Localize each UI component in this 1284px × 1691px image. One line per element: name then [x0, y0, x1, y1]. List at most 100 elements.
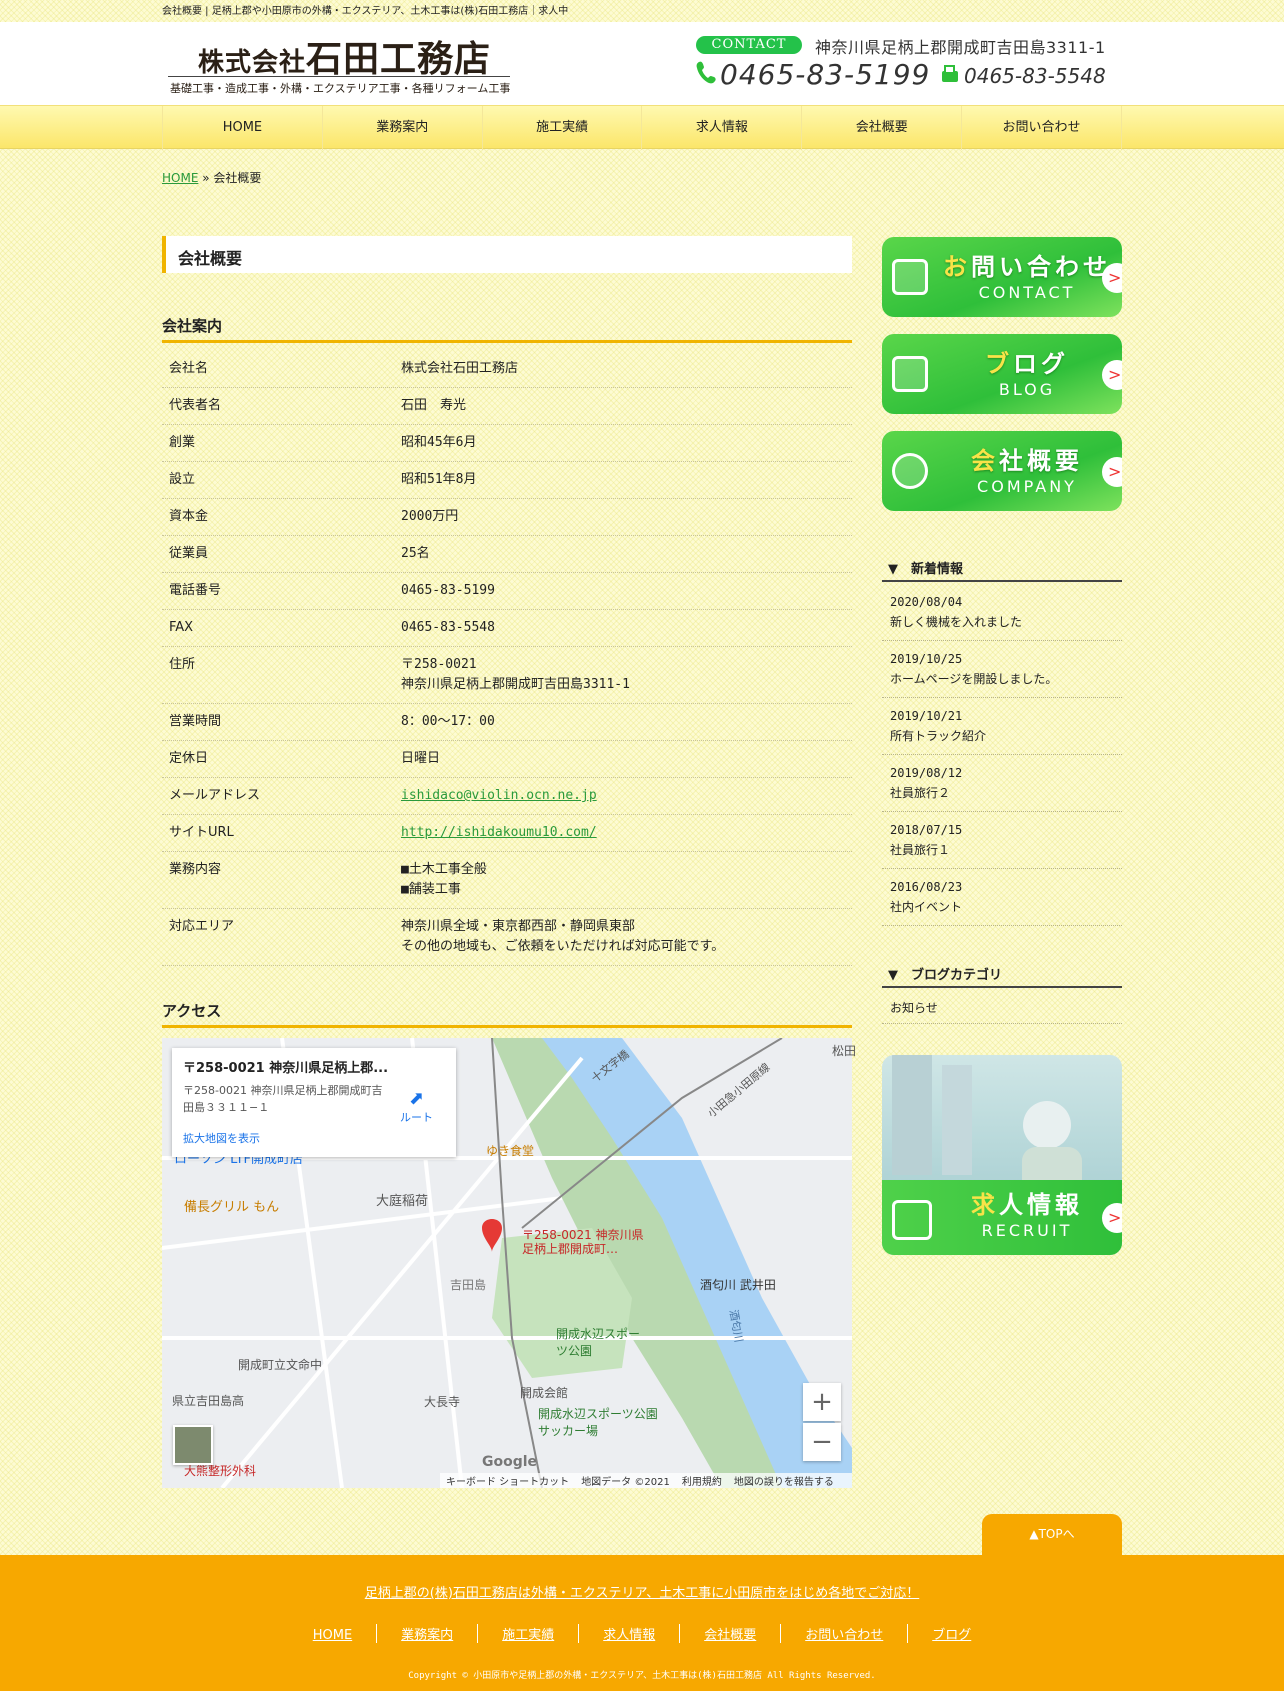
- map-shortcuts-link[interactable]: キーボード ショートカット: [446, 1477, 569, 1488]
- map-satellite-toggle[interactable]: [173, 1425, 213, 1465]
- category-heading: ▼ ブログカテゴリ: [882, 958, 1122, 988]
- news-date: 2020/08/04: [890, 595, 963, 609]
- route-icon: ⬈: [408, 1088, 425, 1109]
- table-row: 住所 〒258-0021 神奈川県足柄上郡開成町吉田島3311-1: [162, 647, 852, 704]
- logo[interactable]: 株式会社石田工務店 基礎工事・造成工事・外構・エクステリア工事・各種リフォーム工…: [168, 26, 510, 96]
- recruit-title: 求人情報: [971, 1191, 1083, 1219]
- map-enlarge-link[interactable]: 拡大地図を表示: [183, 1130, 260, 1146]
- footer-link-contact[interactable]: お問い合わせ: [780, 1624, 907, 1643]
- email-link[interactable]: ishidaco@violin.ocn.ne.jp: [401, 788, 597, 803]
- map-place: 大長寺: [424, 1395, 461, 1409]
- banner-title: 会社概要: [971, 447, 1083, 475]
- phone-icon: [696, 61, 716, 84]
- news-item[interactable]: 2020/08/04 新しく機械を入れました: [882, 584, 1122, 641]
- row-label: 会社名: [169, 361, 209, 376]
- table-row: 営業時間 8：00～17：00: [162, 704, 852, 741]
- category-item[interactable]: お知らせ: [882, 990, 1122, 1024]
- row-value: 2000万円: [401, 509, 459, 524]
- row-label: 従業員: [169, 546, 209, 561]
- company-banner[interactable]: 会社概要 COMPANY >: [882, 431, 1122, 511]
- nav-contact[interactable]: お問い合わせ: [962, 106, 1122, 150]
- map-zoom-out-button[interactable]: −: [803, 1423, 841, 1461]
- blog-banner[interactable]: ブログ BLOG >: [882, 334, 1122, 414]
- map-route-button[interactable]: ⬈ ルート: [400, 1088, 433, 1125]
- category-list: お知らせ: [882, 990, 1122, 1024]
- row-label: 業務内容: [169, 862, 222, 877]
- row-value: 0465-83-5199: [401, 583, 495, 598]
- header-phone[interactable]: 0465-83-5199: [720, 58, 930, 91]
- map-place: 大庭稲荷: [376, 1194, 429, 1209]
- breadcrumb-home-link[interactable]: HOME: [162, 171, 198, 185]
- row-value: 石田 寿光: [401, 398, 467, 413]
- company-heading: 会社案内: [162, 315, 852, 343]
- row-label: 電話番号: [169, 583, 222, 598]
- row-value: 8：00～17：00: [401, 714, 495, 729]
- table-row: 設立 昭和51年8月: [162, 462, 852, 499]
- recruit-subtitle: RECRUIT: [981, 1221, 1073, 1240]
- news-title: 社員旅行２: [890, 786, 951, 800]
- news-item[interactable]: 2019/10/25 ホームページを開設しました。: [882, 641, 1122, 698]
- row-label: メールアドレス: [169, 788, 261, 803]
- news-item[interactable]: 2018/07/15 社員旅行１: [882, 812, 1122, 869]
- map-terms-link[interactable]: 利用規約: [682, 1477, 722, 1488]
- helmet-icon: [892, 453, 928, 489]
- table-row: 会社名 株式会社石田工務店: [162, 351, 852, 388]
- banner-subtitle: COMPANY: [977, 477, 1077, 496]
- news-date: 2018/07/15: [890, 823, 963, 837]
- footer-link-company[interactable]: 会社概要: [679, 1624, 780, 1643]
- news-title: 社内イベント: [890, 900, 963, 914]
- footer-link-home[interactable]: HOME: [289, 1628, 376, 1643]
- row-value: 株式会社石田工務店: [401, 361, 519, 376]
- row-value: 神奈川県全域・東京都西部・静岡県東部: [401, 919, 636, 934]
- news-item[interactable]: 2019/08/12 社員旅行２: [882, 755, 1122, 812]
- nav-home[interactable]: HOME: [163, 106, 323, 150]
- map-place: 開成会館: [520, 1386, 569, 1400]
- map-place: 酒匂川 武井田: [700, 1278, 776, 1292]
- footer-message-link[interactable]: 足柄上郡の(株)石田工務店は外構・エクステリア、土木工事に小田原市をはじめ各地で…: [0, 1582, 1284, 1601]
- map-card-address: 〒258-0021 神奈川県足柄上郡開成町吉田島３３１１−１: [183, 1084, 383, 1114]
- map-report-link[interactable]: 地図の誤りを報告する: [734, 1477, 834, 1488]
- mail-icon: [892, 259, 928, 295]
- table-row: 業務内容 ■土木工事全般 ■舗装工事: [162, 852, 852, 909]
- map-data-credit: 地図データ ©2021: [581, 1477, 670, 1488]
- table-row: サイトURL http://ishidakoumu10.com/: [162, 815, 852, 852]
- row-value: その他の地域も、ご依頼をいただければ対応可能です。: [401, 939, 725, 954]
- footer-link-works[interactable]: 施工実績: [477, 1624, 578, 1643]
- breadcrumb-current: 会社概要: [213, 171, 262, 185]
- footer-link-blog[interactable]: ブログ: [907, 1624, 995, 1643]
- nav-services[interactable]: 業務案内: [323, 106, 483, 150]
- table-row: FAX 0465-83-5548: [162, 610, 852, 647]
- row-value: 〒258-0021: [401, 657, 477, 672]
- row-value: 昭和45年6月: [401, 435, 477, 450]
- table-row: 電話番号 0465-83-5199: [162, 573, 852, 610]
- map-zoom-in-button[interactable]: +: [803, 1383, 841, 1421]
- news-date: 2019/08/12: [890, 766, 963, 780]
- back-to-top-button[interactable]: ▲TOPへ: [982, 1514, 1122, 1556]
- map-footer: キーボード ショートカット 地図データ ©2021 利用規約 地図の誤りを報告する: [440, 1473, 852, 1488]
- map-place: 吉田島: [450, 1278, 487, 1292]
- row-label: 対応エリア: [169, 919, 235, 934]
- footer-link-recruit[interactable]: 求人情報: [578, 1624, 679, 1643]
- map-place: 備長グリル もん: [184, 1200, 280, 1215]
- news-item[interactable]: 2016/08/23 社内イベント: [882, 869, 1122, 926]
- nav-company[interactable]: 会社概要: [802, 106, 963, 150]
- table-row: 代表者名 石田 寿光: [162, 388, 852, 425]
- nav-works[interactable]: 施工実績: [483, 106, 643, 150]
- breadcrumb: HOME » 会社概要: [162, 169, 261, 186]
- access-heading: アクセス: [162, 1000, 852, 1028]
- row-value: 神奈川県足柄上郡開成町吉田島3311-1: [401, 677, 630, 692]
- nav-recruit[interactable]: 求人情報: [642, 106, 803, 150]
- global-nav: HOME 業務案内 施工実績 求人情報 会社概要 お問い合わせ: [0, 105, 1284, 150]
- news-date: 2019/10/21: [890, 709, 963, 723]
- table-row: 定休日 日曜日: [162, 741, 852, 778]
- news-item[interactable]: 2019/10/21 所有トラック紹介: [882, 698, 1122, 755]
- news-date: 2019/10/25: [890, 652, 963, 666]
- contact-banner[interactable]: お問い合わせ CONTACT >: [882, 237, 1122, 317]
- footer-link-services[interactable]: 業務案内: [376, 1624, 477, 1643]
- footer: 足柄上郡の(株)石田工務店は外構・エクステリア、土木工事に小田原市をはじめ各地で…: [0, 1555, 1284, 1691]
- map-place: 開成町立文命中: [238, 1358, 323, 1372]
- recruit-banner[interactable]: 求人情報 RECRUIT >: [882, 1055, 1122, 1255]
- row-value: ■舗装工事: [401, 882, 461, 897]
- site-url-link[interactable]: http://ishidakoumu10.com/: [401, 825, 597, 840]
- row-label: 資本金: [169, 509, 209, 524]
